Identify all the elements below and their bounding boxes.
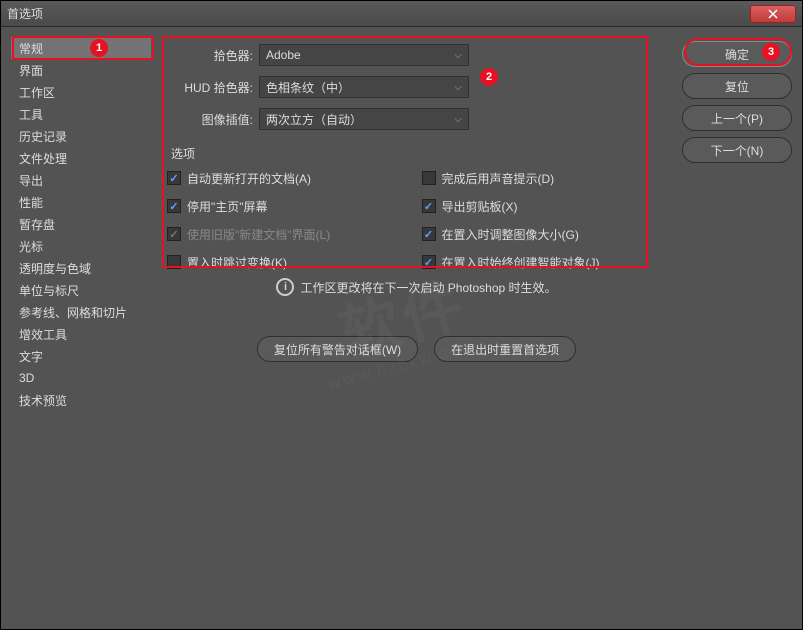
option-left-0[interactable]: 自动更新打开的文档(A) bbox=[167, 168, 412, 188]
option-left-1[interactable]: 停用"主页"屏幕 bbox=[167, 196, 412, 216]
chevron-down-icon: ⌵ bbox=[454, 114, 462, 125]
option-label: 使用旧版"新建文档"界面(L) bbox=[187, 226, 330, 243]
option-label: 在置入时始终创建智能对象(J) bbox=[442, 254, 600, 271]
main-panel: 拾色器: Adobe ⌵ HUD 拾色器: 色相条纹（中） ⌵ 图像插值: 两次… bbox=[157, 37, 676, 619]
option-left-2: 使用旧版"新建文档"界面(L) bbox=[167, 224, 412, 244]
hud-value: 色相条纹（中） bbox=[266, 79, 350, 96]
checkbox bbox=[422, 255, 436, 269]
sidebar-item-1[interactable]: 界面 bbox=[11, 59, 151, 81]
options-section-label: 选项 bbox=[171, 145, 666, 162]
option-label: 导出剪贴板(X) bbox=[442, 198, 518, 215]
checkbox bbox=[422, 171, 436, 185]
option-right-1[interactable]: 导出剪贴板(X) bbox=[422, 196, 667, 216]
checkbox bbox=[167, 255, 181, 269]
close-button[interactable] bbox=[750, 5, 796, 23]
option-right-3[interactable]: 在置入时始终创建智能对象(J) bbox=[422, 252, 667, 272]
sidebar-item-13[interactable]: 增效工具 bbox=[11, 323, 151, 345]
info-text: 工作区更改将在下一次启动 Photoshop 时生效。 bbox=[300, 279, 556, 296]
option-label: 完成后用声音提示(D) bbox=[442, 170, 555, 187]
option-left-3[interactable]: 置入时跳过变换(K) bbox=[167, 252, 412, 272]
option-right-2[interactable]: 在置入时调整图像大小(G) bbox=[422, 224, 667, 244]
checkbox bbox=[167, 199, 181, 213]
info-icon: i bbox=[276, 278, 294, 296]
option-right-0[interactable]: 完成后用声音提示(D) bbox=[422, 168, 667, 188]
sidebar-item-16[interactable]: 技术预览 bbox=[11, 389, 151, 411]
reset-prefs-button[interactable]: 在退出时重置首选项 bbox=[434, 336, 576, 362]
sidebar-item-11[interactable]: 单位与标尺 bbox=[11, 279, 151, 301]
titlebar: 首选项 bbox=[1, 1, 802, 27]
sidebar-item-4[interactable]: 历史记录 bbox=[11, 125, 151, 147]
sidebar-item-10[interactable]: 透明度与色域 bbox=[11, 257, 151, 279]
interp-dropdown[interactable]: 两次立方（自动） ⌵ bbox=[259, 108, 469, 130]
ok-button[interactable]: 确定 bbox=[682, 41, 792, 67]
chevron-down-icon: ⌵ bbox=[454, 82, 462, 93]
sidebar-item-6[interactable]: 导出 bbox=[11, 169, 151, 191]
sidebar-item-12[interactable]: 参考线、网格和切片 bbox=[11, 301, 151, 323]
hud-label: HUD 拾色器: bbox=[167, 79, 259, 96]
right-panel: 确定 复位 上一个(P) 下一个(N) bbox=[682, 37, 792, 619]
option-label: 停用"主页"屏幕 bbox=[187, 198, 268, 215]
checkbox bbox=[167, 171, 181, 185]
sidebar-item-8[interactable]: 暂存盘 bbox=[11, 213, 151, 235]
sidebar-item-5[interactable]: 文件处理 bbox=[11, 147, 151, 169]
picker-label: 拾色器: bbox=[167, 47, 259, 64]
close-icon bbox=[768, 9, 778, 19]
interp-value: 两次立方（自动） bbox=[266, 111, 362, 128]
picker-dropdown[interactable]: Adobe ⌵ bbox=[259, 44, 469, 66]
next-button[interactable]: 下一个(N) bbox=[682, 137, 792, 163]
option-label: 在置入时调整图像大小(G) bbox=[442, 226, 579, 243]
sidebar-item-15[interactable]: 3D bbox=[11, 367, 151, 389]
option-label: 置入时跳过变换(K) bbox=[187, 254, 287, 271]
sidebar: 常规界面工作区工具历史记录文件处理导出性能暂存盘光标透明度与色域单位与标尺参考线… bbox=[11, 37, 151, 619]
interp-label: 图像插值: bbox=[167, 111, 259, 128]
window-title: 首选项 bbox=[7, 5, 43, 22]
checkbox bbox=[422, 227, 436, 241]
sidebar-item-2[interactable]: 工作区 bbox=[11, 81, 151, 103]
sidebar-item-7[interactable]: 性能 bbox=[11, 191, 151, 213]
checkbox bbox=[422, 199, 436, 213]
sidebar-item-0[interactable]: 常规 bbox=[11, 37, 151, 59]
reset-warnings-button[interactable]: 复位所有警告对话框(W) bbox=[257, 336, 418, 362]
checkbox bbox=[167, 227, 181, 241]
option-label: 自动更新打开的文档(A) bbox=[187, 170, 311, 187]
picker-value: Adobe bbox=[266, 48, 301, 62]
sidebar-item-9[interactable]: 光标 bbox=[11, 235, 151, 257]
chevron-down-icon: ⌵ bbox=[454, 50, 462, 61]
hud-dropdown[interactable]: 色相条纹（中） ⌵ bbox=[259, 76, 469, 98]
reset-button[interactable]: 复位 bbox=[682, 73, 792, 99]
sidebar-item-14[interactable]: 文字 bbox=[11, 345, 151, 367]
prev-button[interactable]: 上一个(P) bbox=[682, 105, 792, 131]
sidebar-item-3[interactable]: 工具 bbox=[11, 103, 151, 125]
